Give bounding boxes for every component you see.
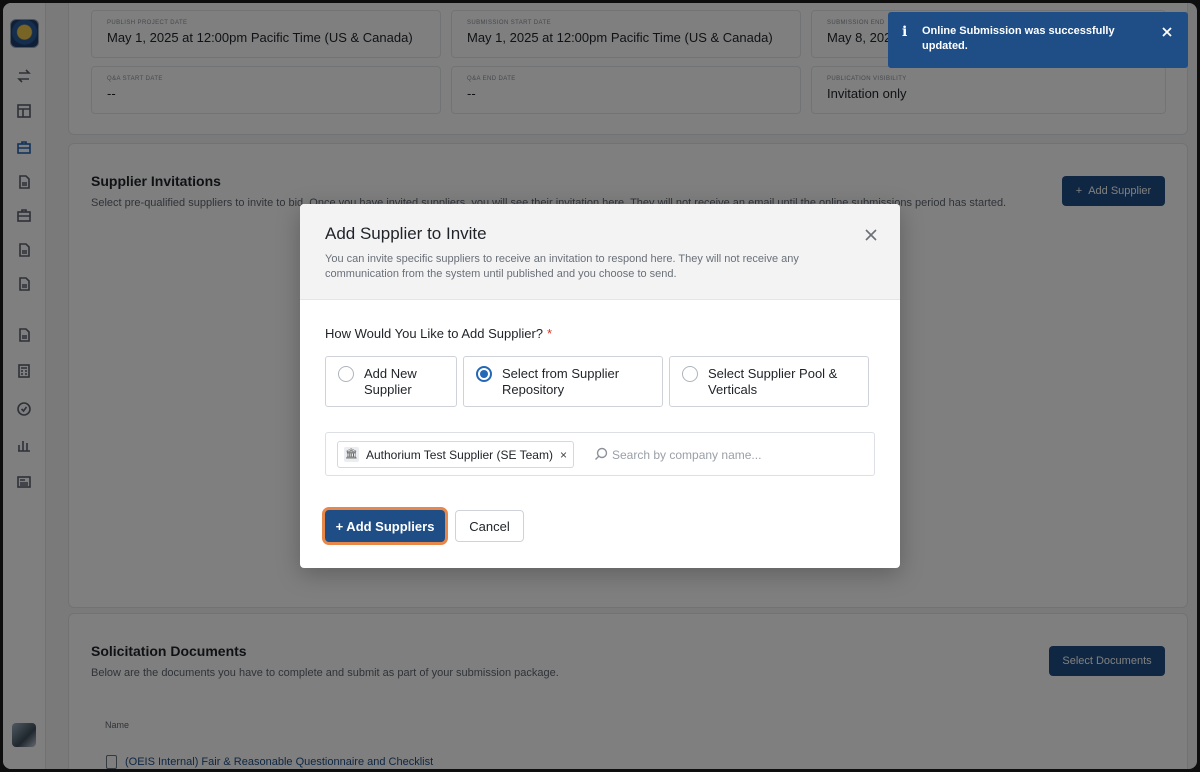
success-toast: i Online Submission was successfully upd… [888,12,1188,68]
question-label: How Would You Like to Add Supplier? * [325,326,552,341]
close-icon[interactable] [1162,24,1174,37]
close-icon[interactable] [864,228,880,244]
option-label: Add New Supplier [364,366,417,397]
supplier-search-field[interactable]: 🏛 Authorium Test Supplier (SE Team) × [325,432,875,476]
option-add-new-supplier[interactable]: Add New Supplier [325,356,457,407]
remove-chip-icon[interactable]: × [560,448,567,462]
option-supplier-repository[interactable]: Select from Supplier Repository [463,356,663,407]
info-icon: i [902,24,908,40]
modal-description: You can invite specific suppliers to rec… [325,253,799,280]
search-input[interactable] [612,443,867,467]
option-label: Select from Supplier Repository [502,366,620,397]
required-mark: * [547,326,553,341]
question-text: How Would You Like to Add Supplier? [325,326,544,341]
radio-button[interactable] [682,366,698,382]
modal-header: Add Supplier to Invite You can invite sp… [300,204,900,300]
search-icon [594,447,608,461]
radio-button[interactable] [338,366,354,382]
option-label: Select Supplier Pool & Verticals [708,366,838,397]
bank-icon: 🏛 [344,447,359,462]
cancel-button[interactable]: Cancel [455,510,524,542]
selected-supplier-chip: 🏛 Authorium Test Supplier (SE Team) × [337,441,574,468]
toast-message: Online Submission was successfully updat… [922,25,1115,52]
add-suppliers-button[interactable]: + Add Suppliers [325,510,445,542]
chip-label: Authorium Test Supplier (SE Team) [366,447,553,462]
add-supplier-modal: Add Supplier to Invite You can invite sp… [300,204,900,568]
option-supplier-pool[interactable]: Select Supplier Pool & Verticals [669,356,869,407]
radio-button-checked[interactable] [476,366,492,382]
modal-title: Add Supplier to Invite [325,224,487,243]
